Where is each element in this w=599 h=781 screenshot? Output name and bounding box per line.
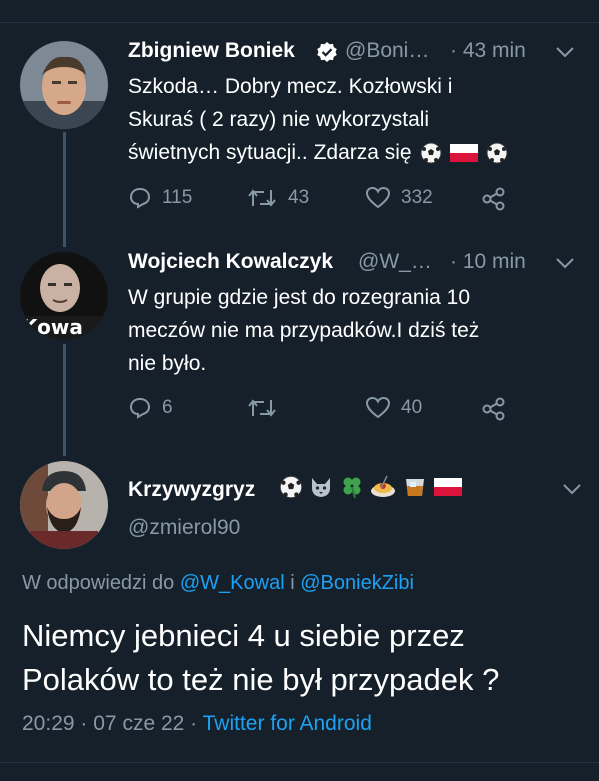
reply-button[interactable]: 115 — [128, 186, 192, 210]
soccer-ball-icon — [486, 142, 508, 164]
author-name[interactable]: Krzywyzgryz — [128, 478, 255, 502]
tweet-text-line: W grupie gdzie jest do rozegrania 10 — [128, 286, 471, 309]
author-handle[interactable]: @zmierol90 — [128, 516, 240, 540]
share-icon[interactable] — [481, 397, 507, 421]
reply-icon — [129, 187, 151, 209]
meta-separator: · — [190, 712, 198, 735]
reply-and: i — [290, 572, 295, 594]
tweet-text-line: świetnych sytuacji.. Zdarza się — [128, 141, 412, 164]
tweet-time[interactable]: · 10 min — [450, 250, 526, 274]
main-tweet-text: Niemcy jebnieci 4 u siebie przez Polaków… — [22, 614, 592, 702]
poland-flag-icon — [450, 144, 479, 163]
tweet-meta: 20:29 · 07 cze 22 · Twitter for Android — [22, 712, 372, 736]
reply-button[interactable]: 6 — [128, 396, 173, 420]
divider — [0, 762, 599, 763]
tweet-text: Szkoda… Dobry mecz. Kozłowski i Skuraś (… — [128, 70, 509, 169]
main-tweet-text-line: Niemcy jebnieci 4 u siebie przez — [22, 618, 465, 653]
avatar-image — [20, 461, 108, 549]
tweet-time[interactable]: · 43 min — [450, 39, 526, 63]
reply-count: 115 — [162, 187, 193, 208]
author-handle[interactable]: @Boni… — [345, 39, 429, 63]
name-emoji-group — [278, 474, 464, 500]
thread-line — [63, 132, 66, 247]
tweet-text-line: nie było. — [128, 352, 207, 375]
author-name[interactable]: Zbigniew Boniek — [128, 39, 295, 63]
like-button[interactable]: 332 — [365, 186, 433, 210]
like-count: 332 — [401, 187, 433, 208]
poland-flag-icon — [434, 478, 463, 496]
avatar-kowalczyk[interactable]: Kowa — [20, 252, 108, 340]
retweet-button[interactable]: 43 — [246, 186, 309, 210]
emoji-group — [414, 141, 510, 164]
thread-line — [63, 344, 66, 456]
like-button[interactable]: 40 — [365, 396, 422, 420]
reply-context: W odpowiedzi do @W_Kowal i @BoniekZibi — [22, 572, 414, 595]
tweet-text: W grupie gdzie jest do rozegrania 10 mec… — [128, 281, 479, 380]
verified-badge-icon — [317, 42, 337, 62]
tweet-time[interactable]: 20:29 — [22, 712, 75, 735]
reply-count: 6 — [162, 397, 173, 418]
reply-user-link[interactable]: @BoniekZibi — [300, 572, 414, 594]
soccer-ball-icon — [279, 475, 303, 499]
soccer-ball-icon — [420, 142, 442, 164]
wolf-icon — [312, 478, 331, 497]
author-handle[interactable]: @W_… — [358, 250, 432, 274]
retweet-button[interactable] — [246, 396, 288, 420]
pasta-icon — [371, 475, 396, 497]
tweet-source[interactable]: Twitter for Android — [203, 712, 372, 735]
tweet-date[interactable]: 07 cze 22 — [93, 712, 184, 735]
avatar-krzywyzgryz[interactable] — [20, 461, 108, 549]
tweet-text-line: meczów nie ma przypadków.I dziś też — [128, 319, 480, 342]
meta-separator: · — [80, 712, 88, 735]
avatar-image: Kowa — [20, 252, 108, 340]
heart-icon — [365, 186, 391, 209]
retweet-icon — [248, 189, 276, 207]
reply-icon — [129, 397, 151, 419]
avatar-logo-text: Kowa — [22, 315, 83, 339]
main-tweet-text-line: Polaków to też nie był przypadek ? — [22, 662, 500, 697]
tweet-text-line: Szkoda… Dobry mecz. Kozłowski i — [128, 75, 453, 98]
retweet-count: 43 — [288, 187, 310, 208]
author-name[interactable]: Wojciech Kowalczyk — [128, 250, 333, 274]
chevron-down-icon[interactable] — [562, 482, 582, 496]
like-count: 40 — [401, 397, 423, 418]
chevron-down-icon[interactable] — [555, 256, 575, 270]
tweet-text-line: Skuraś ( 2 razy) nie wykorzystali — [128, 108, 430, 131]
reply-user-link[interactable]: @W_Kowal — [180, 572, 285, 594]
share-icon[interactable] — [481, 187, 507, 211]
top-edge — [0, 0, 599, 23]
reply-prefix: W odpowiedzi do — [22, 572, 175, 594]
avatar-boniek[interactable] — [20, 41, 108, 129]
avatar-image — [20, 41, 108, 129]
retweet-icon — [248, 399, 276, 417]
chevron-down-icon[interactable] — [555, 45, 575, 59]
four-leaf-clover-icon — [343, 477, 361, 499]
whisky-glass-icon — [405, 479, 424, 496]
heart-icon — [365, 396, 391, 419]
